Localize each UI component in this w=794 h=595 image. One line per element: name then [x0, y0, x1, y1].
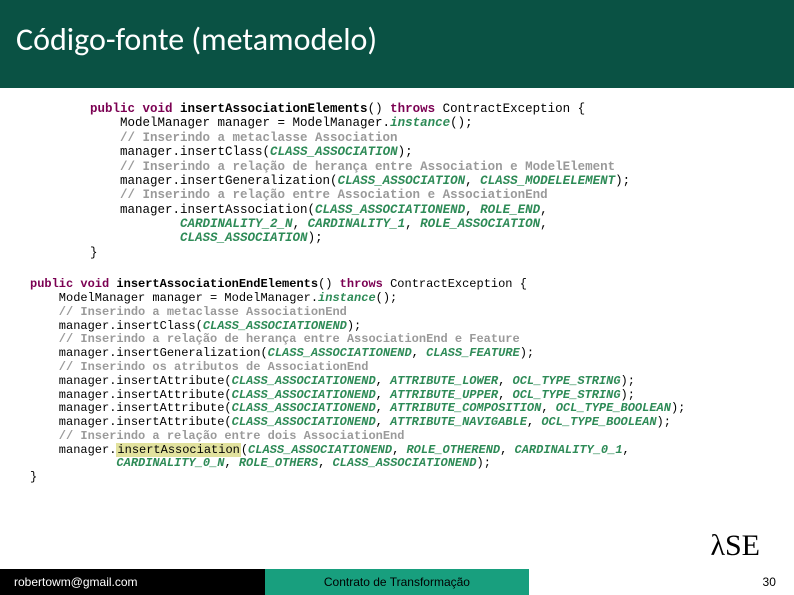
code-block-1: public void insertAssociationElements() …: [30, 102, 774, 260]
slide-title: Código-fonte (metamodelo): [16, 20, 778, 59]
content-area: public void insertAssociationElements() …: [0, 88, 794, 485]
footer-title: Contrato de Transformação: [265, 569, 530, 595]
footer-email: robertowm@gmail.com: [0, 569, 265, 595]
footer: robertowm@gmail.com Contrato de Transfor…: [0, 569, 794, 595]
slide-header: Código-fonte (metamodelo): [0, 0, 794, 88]
logo-text: SE: [725, 529, 760, 562]
slide-number: 30: [529, 569, 794, 595]
lambda-icon: λ: [710, 529, 725, 562]
logo: λSE: [710, 529, 760, 563]
code-block-2: public void insertAssociationEndElements…: [30, 278, 774, 485]
